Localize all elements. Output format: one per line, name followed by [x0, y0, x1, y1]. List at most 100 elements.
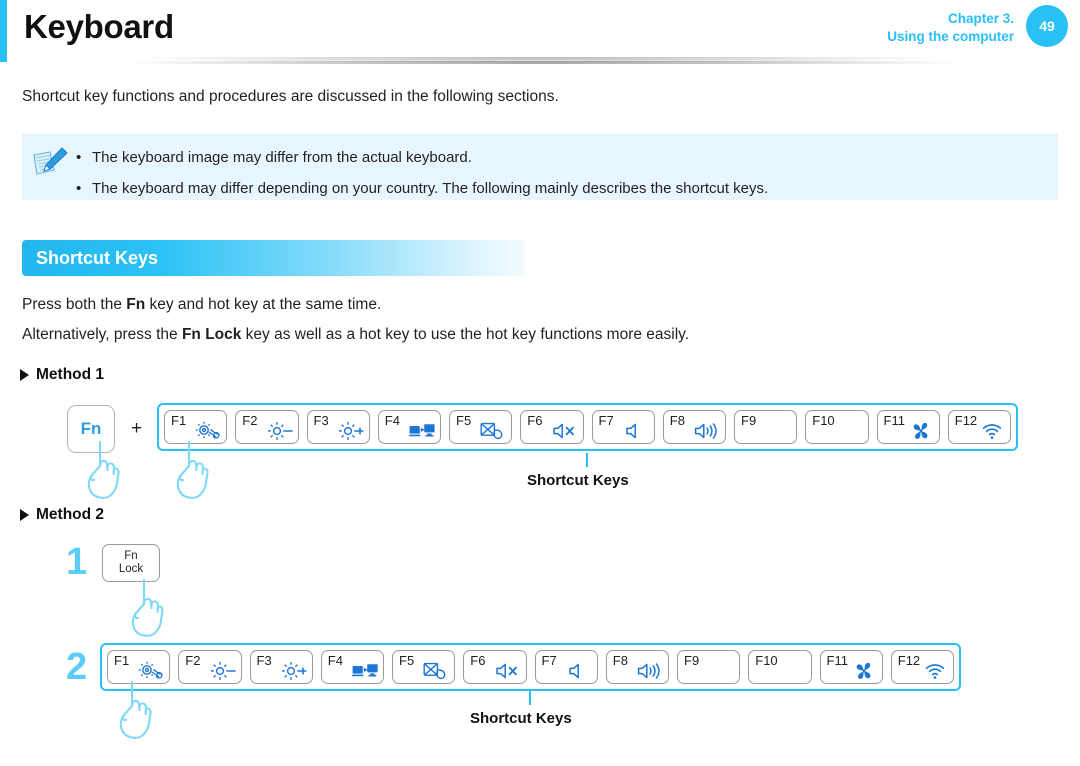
- function-key-f11[interactable]: F11: [819, 650, 883, 684]
- settings-gear-icon: [195, 421, 221, 441]
- function-key-label: F2: [242, 413, 258, 428]
- function-key-f6[interactable]: F6: [463, 650, 527, 684]
- bullet-glyph: •: [76, 180, 82, 197]
- function-key-f2[interactable]: F2: [235, 410, 299, 444]
- function-key-f4[interactable]: F4: [377, 410, 441, 444]
- display-output-icon: [409, 421, 435, 441]
- function-key-f1[interactable]: F1: [164, 410, 228, 444]
- note-item-list: • The keyboard image may differ from the…: [76, 142, 768, 204]
- function-key-label: F6: [470, 653, 486, 668]
- function-key-f2[interactable]: F2: [178, 650, 242, 684]
- paragraph-text-bold: Fn Lock: [181, 326, 242, 343]
- hand-pointer-icon: [122, 578, 168, 640]
- function-key-f12[interactable]: F12: [890, 650, 954, 684]
- function-key-label: F12: [897, 653, 921, 668]
- shortcut-keys-row-method2: F1 F2 F3 F4 F5 F6 F7 F8 F9 F10 F11 F12: [100, 643, 961, 691]
- function-key-f9[interactable]: F9: [734, 410, 798, 444]
- function-key-label: F9: [741, 413, 757, 428]
- paragraph-text-post: key as well as a hot key to use the hot …: [241, 326, 690, 343]
- bullet-glyph: •: [76, 149, 82, 166]
- note-callout-box: • The keyboard image may differ from the…: [22, 134, 1058, 200]
- page-title: Keyboard: [24, 8, 174, 45]
- function-key-f8[interactable]: F8: [605, 650, 669, 684]
- function-key-f10[interactable]: F10: [805, 410, 869, 444]
- function-key-label: F8: [612, 653, 628, 668]
- header-divider-shadow: [8, 57, 1072, 70]
- fn-lock-key[interactable]: Fn Lock: [102, 544, 160, 582]
- fan-silent-mode-icon: [851, 661, 877, 681]
- method-2-label: Method 2: [36, 506, 105, 523]
- function-key-f8[interactable]: F8: [662, 410, 726, 444]
- note-item-text: The keyboard image may differ from the a…: [92, 149, 472, 166]
- display-output-icon: [352, 661, 378, 681]
- function-key-f7[interactable]: F7: [591, 410, 655, 444]
- function-key-f3[interactable]: F3: [306, 410, 370, 444]
- touchpad-off-icon: [480, 421, 506, 441]
- step-number-2: 2: [66, 646, 88, 688]
- function-key-label: F6: [527, 413, 543, 428]
- method-1-label: Method 1: [36, 366, 105, 383]
- paragraph-text-pre: Alternatively, press the: [22, 326, 182, 343]
- triangle-bullet-icon: [20, 369, 29, 381]
- function-key-label: F2: [185, 653, 201, 668]
- fn-lock-line-2: Lock: [118, 563, 144, 575]
- function-key-label: F5: [456, 413, 472, 428]
- callout-tick-method1: [586, 453, 589, 467]
- function-key-label: F10: [755, 653, 778, 668]
- paragraph-fn-key: Press both the Fn key and hot key at the…: [22, 296, 381, 314]
- function-key-label: F12: [954, 413, 978, 428]
- function-key-f5[interactable]: F5: [449, 410, 513, 444]
- brightness-down-icon: [210, 661, 236, 681]
- function-key-f12[interactable]: F12: [947, 410, 1011, 444]
- intro-text: Shortcut key functions and procedures ar…: [22, 88, 559, 105]
- section-heading-label: Shortcut Keys: [36, 247, 159, 268]
- volume-mute-icon: [552, 421, 578, 441]
- function-key-label: F5: [399, 653, 415, 668]
- step-number-1: 1: [66, 541, 88, 583]
- shortcut-keys-row-method1: F1 F2 F3 F4 F5 F6 F7 F8 F9 F10 F11 F12: [157, 403, 1018, 451]
- chapter-line-2: Using the computer: [887, 29, 1014, 44]
- function-key-label: F11: [826, 653, 848, 668]
- callout-label-method1: Shortcut Keys: [527, 472, 629, 489]
- note-pencil-icon: [30, 146, 70, 178]
- function-key-label: F3: [313, 413, 329, 428]
- function-key-label: F7: [541, 653, 557, 668]
- function-key-label: F10: [812, 413, 835, 428]
- page-header: Keyboard Chapter 3. Using the computer 4…: [0, 0, 1080, 70]
- function-key-label: F9: [684, 653, 700, 668]
- function-key-f6[interactable]: F6: [520, 410, 584, 444]
- function-key-f9[interactable]: F9: [677, 650, 741, 684]
- function-key-label: F8: [669, 413, 685, 428]
- wifi-icon: [979, 421, 1005, 441]
- header-accent-bar: [0, 0, 7, 62]
- brightness-up-icon: [338, 421, 364, 441]
- fan-silent-mode-icon: [908, 421, 934, 441]
- plus-sign: +: [131, 418, 143, 439]
- volume-down-icon: [566, 661, 592, 681]
- chapter-indicator: Chapter 3. Using the computer: [887, 10, 1014, 46]
- callout-tick-method2: [529, 691, 532, 705]
- function-key-f4[interactable]: F4: [320, 650, 384, 684]
- wifi-icon: [922, 661, 948, 681]
- volume-up-icon: [637, 661, 663, 681]
- function-key-f7[interactable]: F7: [534, 650, 598, 684]
- function-key-label: F3: [256, 653, 272, 668]
- function-key-f11[interactable]: F11: [876, 410, 940, 444]
- paragraph-text-pre: Press both the: [22, 296, 127, 313]
- function-key-label: F7: [598, 413, 614, 428]
- function-key-f1[interactable]: F1: [107, 650, 171, 684]
- function-key-f10[interactable]: F10: [748, 650, 812, 684]
- function-key-label: F4: [384, 413, 400, 428]
- settings-gear-icon: [138, 661, 164, 681]
- fn-key[interactable]: Fn: [67, 405, 115, 453]
- list-item: • The keyboard may differ depending on y…: [76, 173, 768, 204]
- volume-down-icon: [623, 421, 649, 441]
- volume-mute-icon: [495, 661, 521, 681]
- volume-up-icon: [694, 421, 720, 441]
- triangle-bullet-icon: [20, 509, 29, 521]
- callout-label-method2: Shortcut Keys: [470, 710, 572, 727]
- section-heading-bar: Shortcut Keys: [22, 240, 525, 276]
- function-key-f3[interactable]: F3: [249, 650, 313, 684]
- function-key-label: F4: [327, 653, 343, 668]
- function-key-f5[interactable]: F5: [392, 650, 456, 684]
